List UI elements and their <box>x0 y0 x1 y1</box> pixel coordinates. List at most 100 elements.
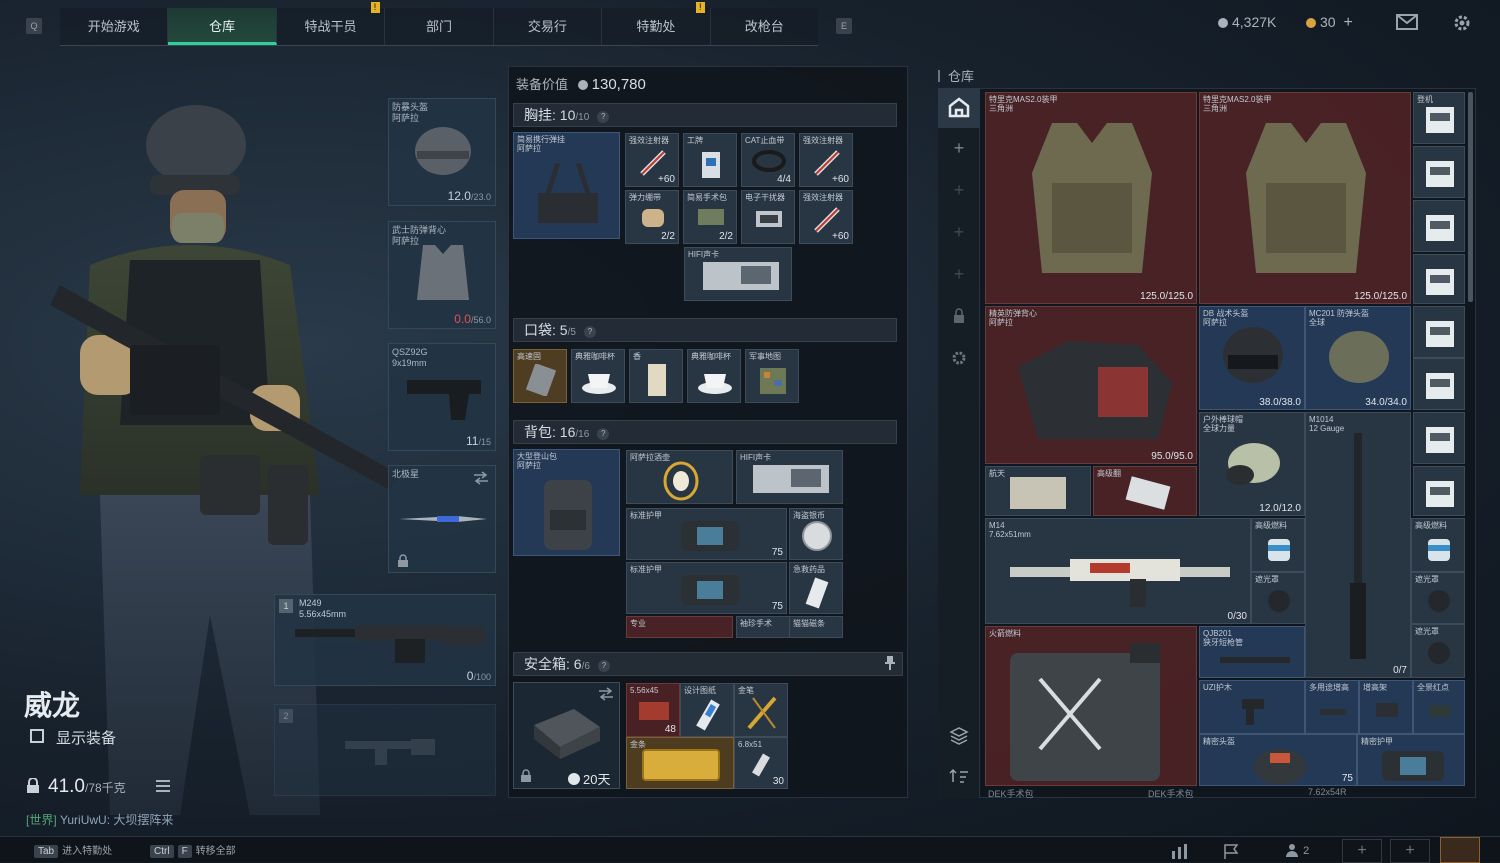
tab-department[interactable]: 部门 <box>385 8 494 45</box>
safebox-container[interactable]: 20天 <box>513 682 620 789</box>
tab-operators[interactable]: ! 特战干员 <box>277 2 386 45</box>
add-tab-icon[interactable]: + <box>938 128 980 168</box>
nav-left-key[interactable]: Q <box>26 18 42 34</box>
stash-scrollbar[interactable] <box>1468 92 1473 302</box>
item-tourniquet[interactable]: CAT止血带 4/4 <box>741 133 795 187</box>
stash-card-2[interactable] <box>1413 146 1465 198</box>
layers-icon[interactable] <box>938 714 980 754</box>
stash-settings-icon[interactable] <box>938 338 980 378</box>
item-bandage[interactable]: 弹力绷带 2/2 <box>625 190 679 244</box>
stash-m14[interactable]: M14 7.62x51mm 0/30 <box>985 518 1251 624</box>
chest-rig-container[interactable]: 简易携行弹挂 阿萨拉 <box>513 132 620 239</box>
item-stim-1[interactable]: 强效注射器 +60 <box>625 133 679 187</box>
list-icon[interactable] <box>156 780 170 792</box>
pin-icon[interactable] <box>885 656 895 670</box>
item-pocket-3[interactable]: 香 <box>629 349 683 403</box>
item-pocket-5[interactable]: 军事地图 <box>745 349 799 403</box>
item-pocket-4[interactable]: 典雅咖啡杯 <box>687 349 741 403</box>
stash-space-item[interactable]: 航天 <box>985 466 1091 516</box>
stash-fuel-2[interactable]: 高级燃料 <box>1411 518 1465 572</box>
stash-precision-armor[interactable]: 精密护甲 <box>1357 734 1465 786</box>
add-party-button[interactable]: + <box>1390 839 1430 863</box>
item-jammer[interactable]: 电子干扰器 <box>741 190 795 244</box>
helmet-slot[interactable]: 防暴头盔 阿萨拉 12.0/23.0 <box>388 98 496 206</box>
item-armor-2[interactable]: 标准护甲 75 <box>626 562 787 614</box>
stash-advanced-item[interactable]: 高级翻 <box>1093 466 1197 516</box>
item-hifi-card-2[interactable]: HIFI声卡 <box>736 450 843 504</box>
transfer-all-hint[interactable]: Ctrl F 转移全部 <box>150 842 236 858</box>
stash-lens-hood-1[interactable]: 遮光罩 <box>1251 572 1305 624</box>
item-stim-3[interactable]: 强效注射器 +60 <box>799 190 853 244</box>
stash-mc201-helmet[interactable]: MC201 防弹头盔 全球 34.0/34.0 <box>1305 306 1411 410</box>
stash-fuel-1[interactable]: 高级燃料 <box>1251 518 1305 572</box>
add-currency-button[interactable]: + <box>1343 14 1352 31</box>
stash-vest-2[interactable]: 特里克MAS2.0装甲 三角洲 125.0/125.0 <box>1199 92 1411 304</box>
stash-red-dot[interactable]: 全景红点 <box>1413 680 1465 734</box>
stash-riser-2[interactable]: 增高架 <box>1359 680 1413 734</box>
item-hifi-card-1[interactable]: HIFI声卡 <box>684 247 792 301</box>
avatar[interactable] <box>1440 837 1480 863</box>
item-medkit[interactable]: 急救药品 <box>789 562 843 614</box>
melee-slot[interactable]: 北极星 <box>388 465 496 573</box>
stash-db-helmet[interactable]: DB 战术头盔 阿萨拉 38.0/38.0 <box>1199 306 1305 410</box>
stash-card-1[interactable]: 登机 <box>1413 92 1465 144</box>
swap-icon[interactable] <box>598 687 614 701</box>
primary-weapon-slot-2[interactable]: 2 <box>274 704 496 796</box>
add-tab-icon[interactable]: + <box>938 254 980 294</box>
stats-icon[interactable] <box>1170 843 1190 859</box>
stash-lens-hood-2[interactable]: 遮光罩 <box>1411 572 1465 624</box>
item-pocket-kit[interactable]: 袖珍手术 <box>736 616 790 638</box>
mail-icon[interactable] <box>1396 14 1418 30</box>
tab-start-game[interactable]: 开始游戏 <box>60 8 169 45</box>
help-icon[interactable]: ? <box>583 326 596 338</box>
stash-card-4[interactable] <box>1413 254 1465 304</box>
stash-vest-1[interactable]: 特里克MAS2.0装甲 三角洲 125.0/125.0 <box>985 92 1197 304</box>
add-tab-icon[interactable]: + <box>938 212 980 252</box>
tab-trading[interactable]: 交易行 <box>494 8 603 45</box>
tab-special-ops[interactable]: ! 特勤处 <box>602 2 711 45</box>
stash-qjb201[interactable]: QJB201 狭牙短枪管 <box>1199 626 1305 678</box>
sort-icon[interactable] <box>938 756 980 796</box>
item-gold-pen[interactable]: 金笔 <box>734 683 788 737</box>
stash-baseball-cap[interactable]: 户外棒球帽 全球力量 12.0/12.0 <box>1199 412 1305 516</box>
backpack-container[interactable]: 大型登山包 阿萨拉 <box>513 449 620 556</box>
primary-weapon-slot-1[interactable]: 1 M249 5.56x45mm 0/100 <box>274 594 496 686</box>
item-cat-strip[interactable]: 猫猫磁条 <box>789 616 843 638</box>
stash-card-6[interactable] <box>1413 358 1465 410</box>
locked-tab-icon[interactable] <box>938 296 980 336</box>
item-ammo-68[interactable]: 6.8x51 30 <box>734 737 788 789</box>
item-ammo-556[interactable]: 5.56x45 48 <box>626 683 680 737</box>
chat-line[interactable]: [世界] YuriUwU: 大坝摆阵来 <box>26 811 173 828</box>
item-gold-bar[interactable]: 金条 <box>626 737 734 789</box>
stash-precision-helmet[interactable]: 精密头盔 75 <box>1199 734 1357 786</box>
stash-riser-1[interactable]: 多用途增高 <box>1305 680 1359 734</box>
swap-icon[interactable] <box>473 471 489 485</box>
settings-gear-icon[interactable] <box>1452 13 1472 33</box>
pistol-slot[interactable]: QSZ92G 9x19mm 11/15 <box>388 343 496 451</box>
flag-icon[interactable] <box>1222 843 1240 859</box>
friends-button[interactable]: 2 <box>1284 843 1309 857</box>
item-pocket-1[interactable]: 高速固 <box>513 349 567 403</box>
stash-home-icon[interactable] <box>938 88 980 128</box>
add-tab-icon[interactable]: + <box>938 170 980 210</box>
enter-special-ops-hint[interactable]: Tab 进入特勤处 <box>34 842 112 858</box>
stash-elite-vest[interactable]: 精英防弹背心 阿萨拉 95.0/95.0 <box>985 306 1197 464</box>
stash-uzi-handguard[interactable]: UZI护木 <box>1199 680 1305 734</box>
stash-m1014[interactable]: M1014 12 Gauge 0/7 <box>1305 412 1411 678</box>
tab-gunsmith[interactable]: 改枪台 <box>711 8 818 45</box>
stash-card-8[interactable] <box>1413 466 1465 516</box>
show-equipment-checkbox[interactable] <box>30 729 44 743</box>
item-blueprint[interactable]: 设计图纸 <box>680 683 734 737</box>
item-badge[interactable]: 工牌 <box>683 133 737 187</box>
help-icon[interactable]: ? <box>597 660 610 672</box>
stash-rocket-fuel[interactable]: 火箭燃料 <box>985 626 1197 786</box>
stash-card-5[interactable] <box>1413 306 1465 358</box>
item-armor-1[interactable]: 标准护甲 75 <box>626 508 787 560</box>
stash-card-7[interactable] <box>1413 412 1465 464</box>
item-stim-2[interactable]: 强效注射器 +60 <box>799 133 853 187</box>
tab-warehouse[interactable]: 仓库 <box>168 8 277 45</box>
nav-right-key[interactable]: E <box>836 18 852 34</box>
add-party-button[interactable]: + <box>1342 839 1382 863</box>
armor-slot[interactable]: 武士防弹背心 阿萨拉 0.0/56.0 <box>388 221 496 329</box>
item-surgery-kit[interactable]: 简易手术包 2/2 <box>683 190 737 244</box>
